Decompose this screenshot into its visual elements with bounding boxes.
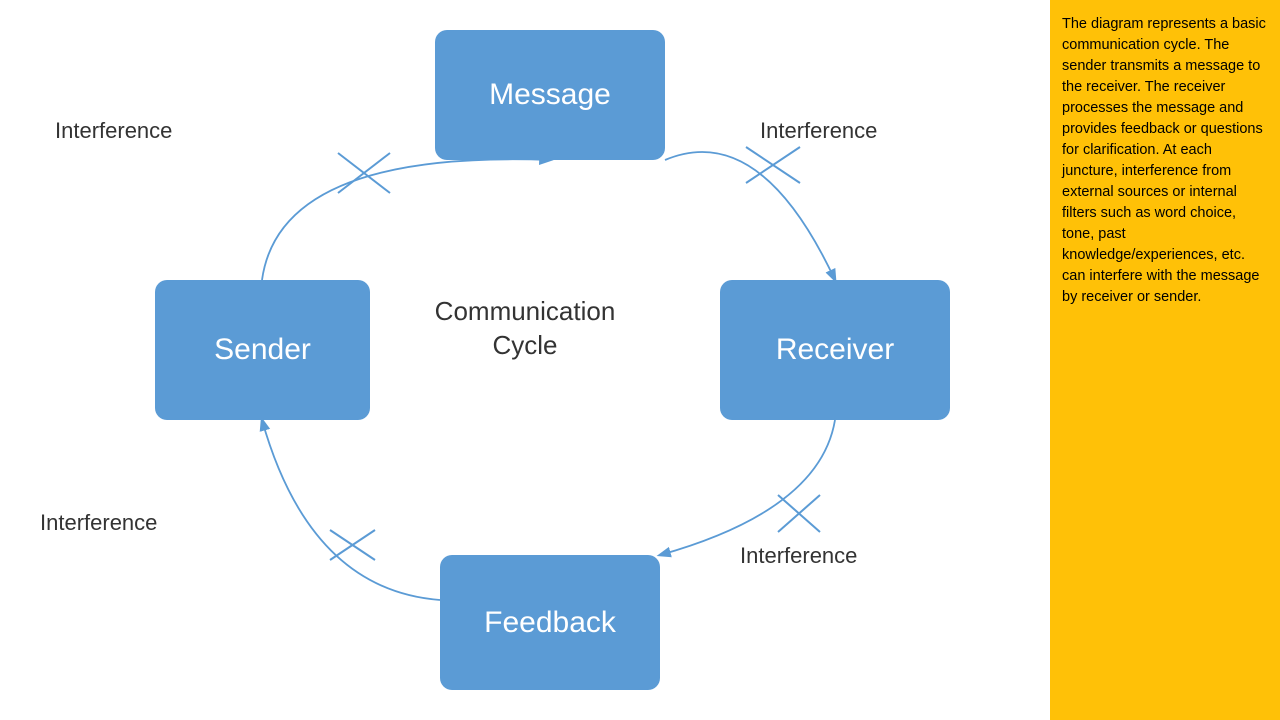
interference-bottom-left: Interference	[40, 510, 157, 536]
feedback-box: Feedback	[440, 555, 660, 690]
receiver-label: Receiver	[776, 333, 894, 367]
sender-label: Sender	[214, 333, 311, 367]
message-label: Message	[489, 78, 611, 112]
cycle-label-line2: Cycle	[492, 330, 557, 360]
interference-top-right: Interference	[760, 118, 877, 144]
sidebar-description: The diagram represents a basic communica…	[1050, 0, 1280, 720]
sender-box: Sender	[155, 280, 370, 420]
center-label: Communication Cycle	[420, 295, 630, 363]
sidebar-text: The diagram represents a basic communica…	[1062, 16, 1266, 305]
diagram-area: Message Sender Receiver Feedback Communi…	[0, 0, 1050, 720]
receiver-box: Receiver	[720, 280, 950, 420]
cycle-label-line1: Communication	[435, 296, 616, 326]
message-box: Message	[435, 30, 665, 160]
interference-bottom-right: Interference	[740, 543, 857, 569]
interference-top-left: Interference	[55, 118, 172, 144]
feedback-label: Feedback	[484, 606, 616, 640]
